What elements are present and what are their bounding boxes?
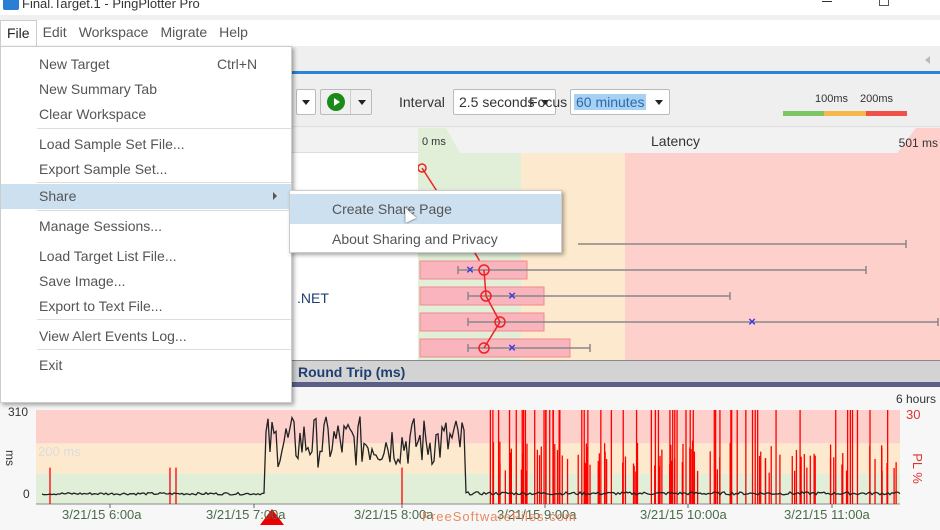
file-menu: New Target Ctrl+N New Summary Tab Clear Wor… (0, 46, 292, 403)
chevron-down-icon (655, 100, 663, 105)
menu-item-label: Export Sample Set... (39, 161, 168, 177)
menu-item-label: Export to Text File... (39, 298, 163, 314)
submenu-item-create-share-page[interactable]: Create Share Page (290, 194, 561, 224)
menu-item-new-target[interactable]: New Target Ctrl+N (1, 52, 291, 77)
hop-current-marker: × (466, 262, 474, 277)
chevron-down-icon (302, 100, 310, 105)
band-orange (36, 443, 900, 474)
menu-separator (37, 128, 291, 129)
menu-item-manage-sessions[interactable]: Manage Sessions... (1, 214, 291, 239)
pl-max-label: 30 (906, 407, 921, 422)
latency-legend-bar (783, 111, 907, 116)
play-icon (327, 93, 345, 111)
x-tick-label: 3/21/15 6:00a (62, 507, 142, 522)
hop-current-marker: × (508, 288, 516, 303)
submenu-item-label: About Sharing and Privacy (332, 231, 498, 247)
chevron-down-icon[interactable] (358, 100, 366, 105)
menu-separator (37, 349, 291, 350)
menu-item-label: New Summary Tab (39, 81, 158, 97)
x-tick-label: 3/21/15 10:00a (640, 507, 727, 522)
submenu-item-label: Create Share Page (332, 201, 452, 217)
title-bar: Final.Target.1 - PingPlotter Pro (0, 0, 940, 15)
menu-separator (37, 319, 291, 320)
menu-file[interactable]: File (0, 20, 37, 46)
y-unit-label: ms (3, 450, 17, 466)
minimize-icon[interactable] (822, 0, 832, 2)
focus-value: 60 minutes (574, 94, 647, 110)
focus-select[interactable]: 60 minutes (570, 89, 670, 115)
menu-edit[interactable]: Edit (37, 20, 73, 46)
watermark: FreeSoftwareFiles.com (422, 509, 577, 524)
legend-100ms: 100ms (815, 93, 849, 105)
start-trace-button[interactable] (320, 89, 372, 115)
y-max-label: 310 (8, 405, 29, 419)
menu-item-label: Exit (39, 357, 63, 373)
menu-item-label: New Target (39, 56, 110, 72)
menu-separator (37, 210, 291, 211)
x-tick-label: 3/21/15 11:00a (784, 507, 870, 522)
tab-scroll-left-icon[interactable] (925, 56, 930, 64)
split-divider (350, 90, 351, 114)
interval-label: Interval (399, 94, 445, 110)
menu-item-view-alert-events-log[interactable]: View Alert Events Log... (1, 324, 291, 349)
menu-workspace[interactable]: Workspace (73, 20, 155, 46)
menu-item-label: Share (39, 188, 77, 204)
menu-item-label: Manage Sessions... (39, 218, 162, 234)
menu-item-export-to-text-file[interactable]: Export to Text File... (1, 294, 291, 319)
window-title: Final.Target.1 - PingPlotter Pro (22, 0, 200, 11)
menu-separator (37, 182, 291, 183)
menu-item-label: Save Image... (39, 273, 126, 289)
legend-red (865, 111, 907, 116)
interval-value: 2.5 seconds (459, 94, 535, 110)
menu-item-export-sample-set[interactable]: Export Sample Set... (1, 157, 291, 182)
graph-duration-label: 6 hours (895, 392, 936, 406)
menu-item-load-target-list-file[interactable]: Load Target List File... (1, 244, 291, 269)
menu-item-share[interactable]: Share (1, 184, 291, 209)
hop-hostname[interactable]: .NET (297, 290, 329, 306)
hop-current-marker: × (508, 340, 516, 355)
menu-item-new-summary-tab[interactable]: New Summary Tab (1, 77, 291, 102)
pl-unit-label: PL % (909, 453, 925, 484)
menu-item-label: Load Target List File... (39, 248, 177, 264)
menu-item-clear-workspace[interactable]: Clear Workspace (1, 102, 291, 127)
menu-item-exit[interactable]: Exit (1, 353, 291, 378)
submenu-arrow-icon (273, 192, 277, 200)
menu-item-save-image[interactable]: Save Image... (1, 269, 291, 294)
menu-item-label: Clear Workspace (39, 106, 147, 122)
y-min-label: 0 (23, 487, 30, 501)
legend-200ms: 200ms (860, 93, 894, 105)
menu-help[interactable]: Help (213, 20, 254, 46)
menu-item-label: View Alert Events Log... (39, 328, 187, 344)
maximize-icon[interactable] (879, 0, 889, 6)
target-dropdown[interactable] (296, 89, 316, 115)
menu-item-label: Load Sample Set File... (39, 136, 185, 152)
round-trip-title: Round Trip (ms) (298, 364, 406, 380)
x-tick-label: 3/21/15 7:00a (206, 507, 286, 522)
menu-item-load-sample-set-file[interactable]: Load Sample Set File... (1, 132, 291, 157)
band-red (36, 410, 900, 444)
submenu-item-about-sharing-and-privacy[interactable]: About Sharing and Privacy (290, 224, 561, 254)
menu-item-shortcut: Ctrl+N (217, 56, 258, 72)
pingplotter-app-icon (3, 0, 19, 10)
legend-green (783, 111, 825, 116)
menu-bar: File Edit Workspace Migrate Help (0, 20, 940, 46)
threshold-label: 200 ms (38, 444, 81, 459)
band-green (36, 473, 900, 504)
legend-orange (824, 111, 866, 116)
share-submenu: Create Share Page About Sharing and Priva… (289, 190, 562, 253)
hop-current-marker: × (748, 314, 756, 329)
menu-migrate[interactable]: Migrate (154, 20, 213, 46)
focus-label: Focus (529, 94, 568, 110)
